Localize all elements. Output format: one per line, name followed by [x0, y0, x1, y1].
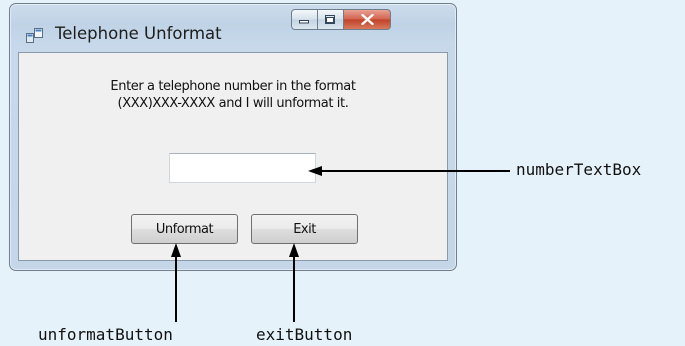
unformat-button[interactable]: Unformat: [131, 214, 238, 244]
unformat-button-callout-line: [175, 255, 177, 322]
prompt-line-1: Enter a telephone number in the format: [110, 79, 356, 94]
form-window: Telephone Unformat Enter a telephone num…: [9, 3, 457, 271]
unformat-button-callout-arrow: [171, 243, 181, 257]
minimize-icon: [299, 19, 309, 23]
close-button[interactable]: [344, 9, 391, 30]
close-icon: [360, 14, 374, 25]
exit-button-callout-line: [293, 255, 295, 322]
number-text-box[interactable]: [169, 153, 316, 183]
window-title: Telephone Unformat: [55, 24, 222, 43]
number-text-box-callout-arrow: [308, 166, 322, 176]
number-text-box-callout-line: [320, 170, 510, 172]
exit-button-callout-label: exitButton: [256, 325, 353, 344]
unformat-button-callout-label: unformatButton: [38, 325, 173, 344]
prompt-line-2: (XXX)XXX-XXXX and I will unformat it.: [117, 96, 349, 111]
prompt-label: Enter a telephone number in the format (…: [19, 78, 447, 112]
caption-buttons: [291, 9, 391, 32]
form-client-area: Enter a telephone number in the format (…: [18, 52, 448, 261]
maximize-icon: [325, 14, 335, 24]
exit-button-callout-arrow: [289, 243, 299, 257]
number-text-box-callout-label: numberTextBox: [516, 160, 642, 179]
window-form-icon[interactable]: [26, 28, 43, 43]
maximize-button[interactable]: [318, 9, 344, 30]
exit-button[interactable]: Exit: [251, 214, 358, 244]
minimize-button[interactable]: [291, 9, 318, 30]
